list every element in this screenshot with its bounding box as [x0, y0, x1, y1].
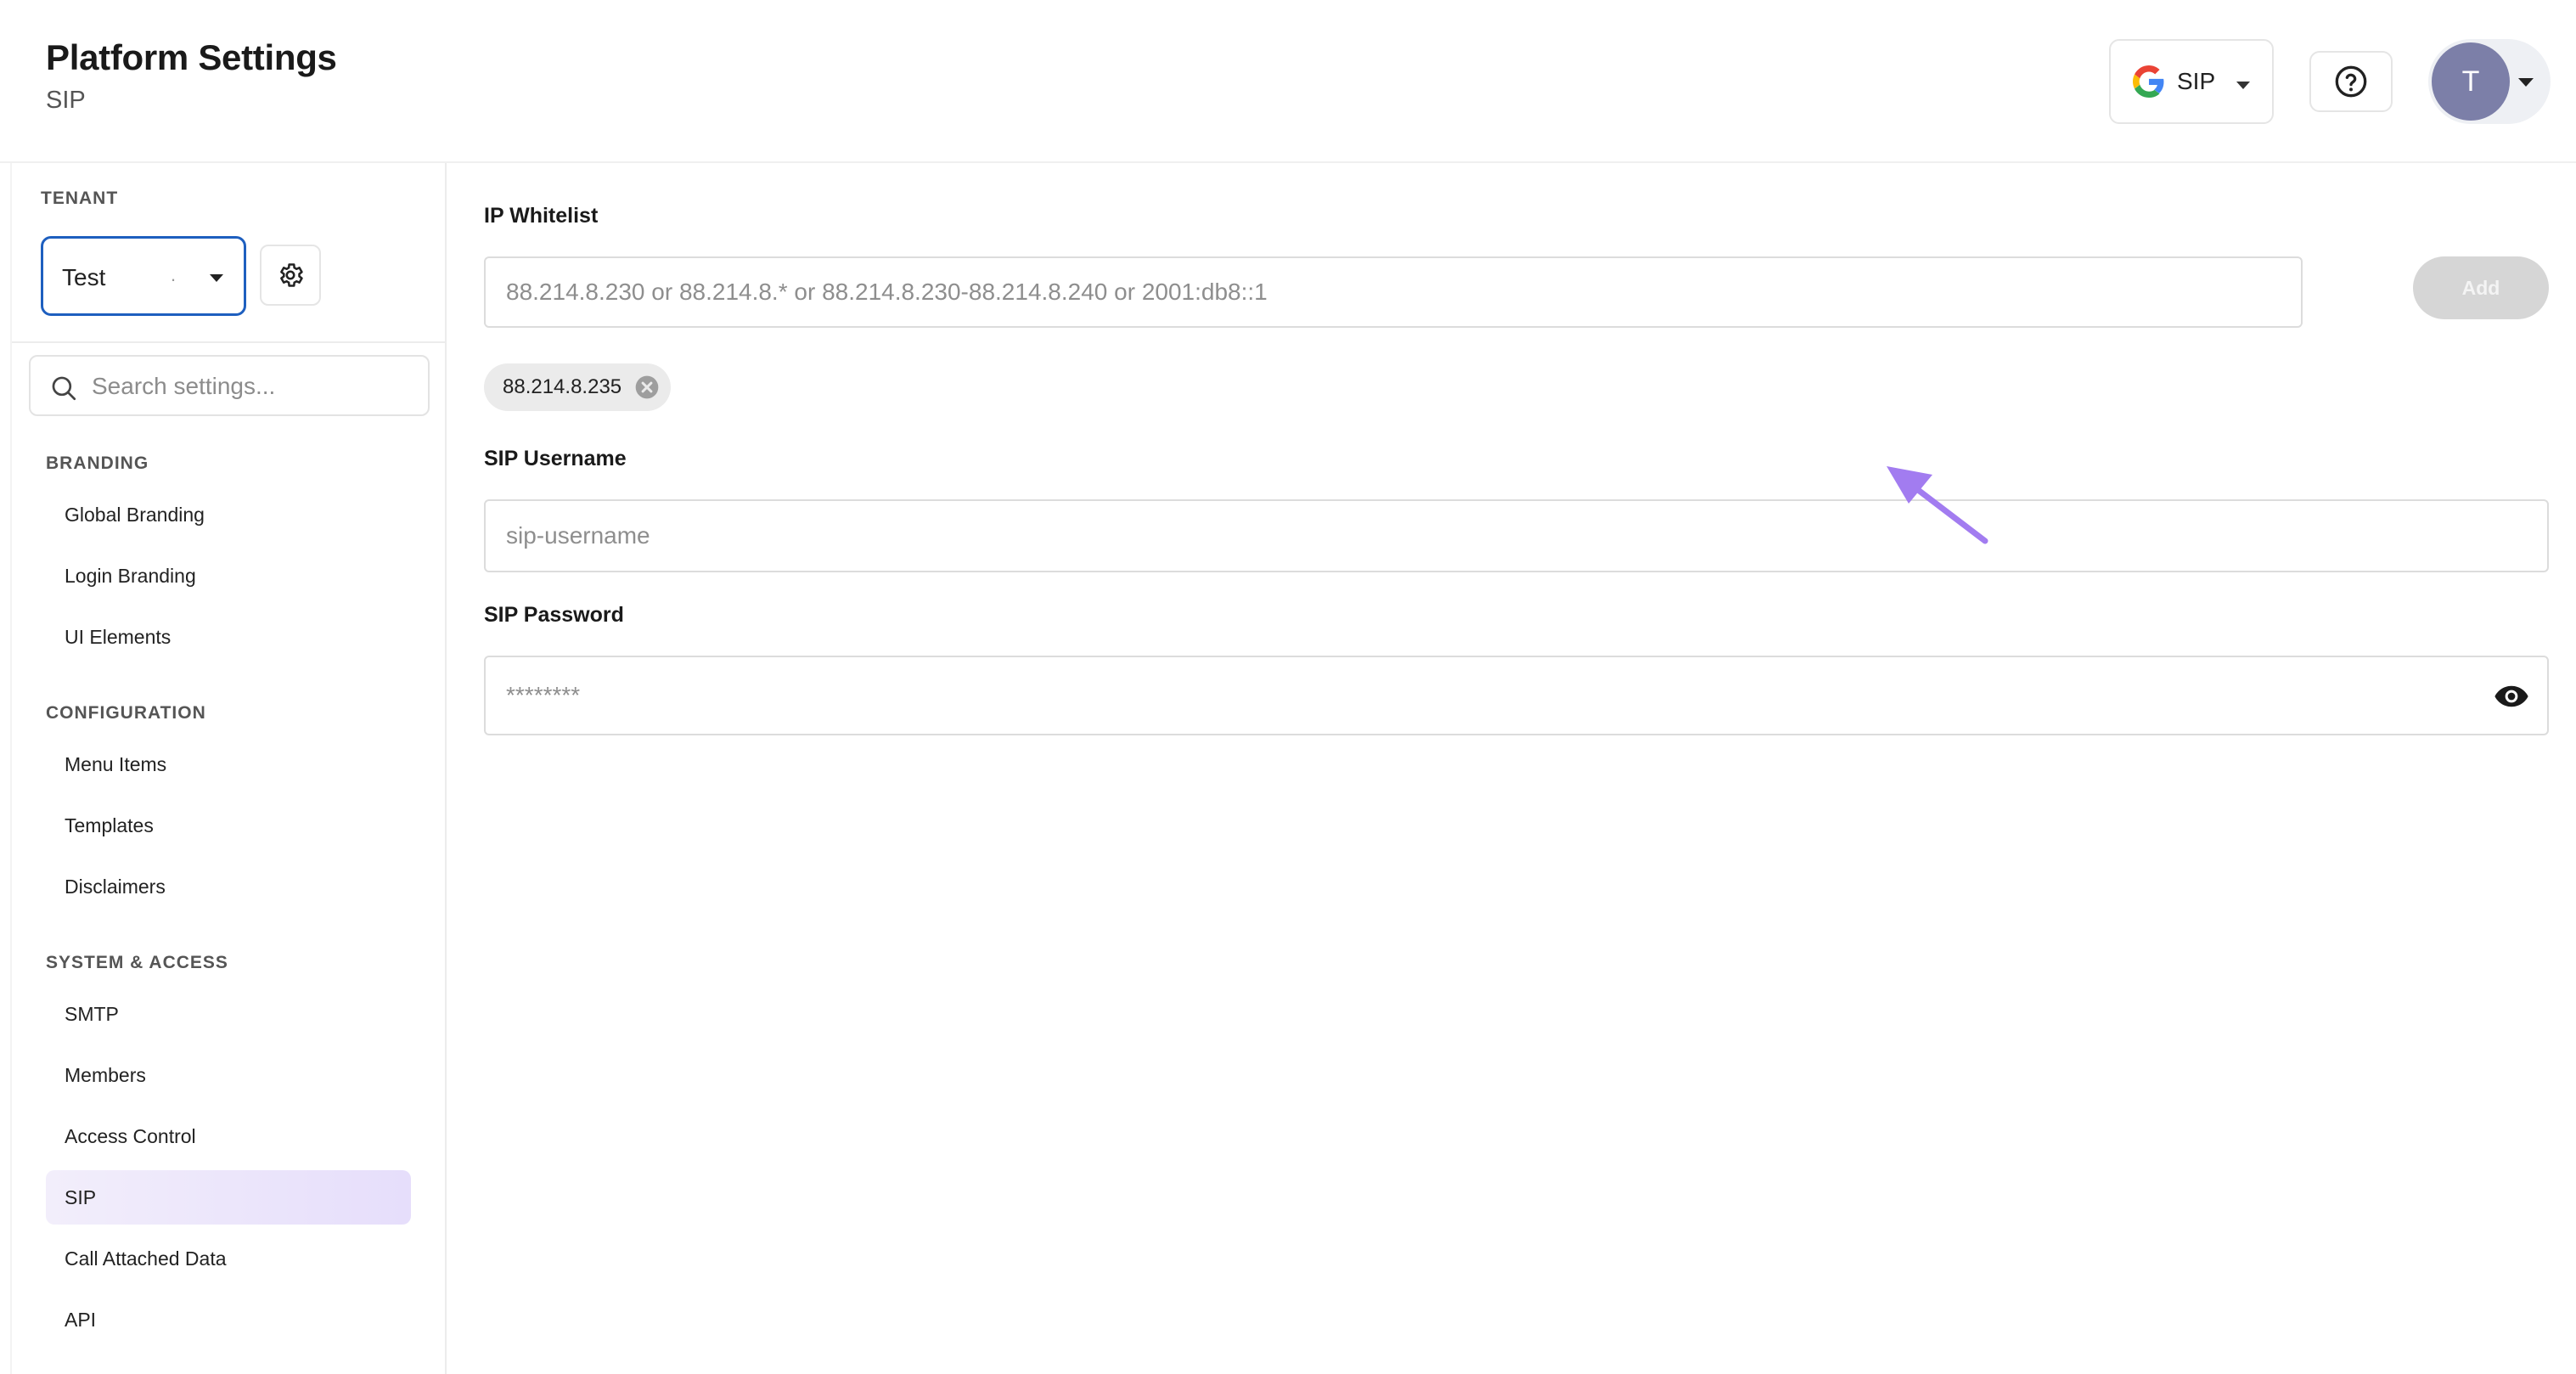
- chevron-down-icon: [2518, 78, 2534, 87]
- remove-chip-icon[interactable]: [633, 374, 661, 401]
- sidebar-divider: [12, 341, 447, 343]
- ip-whitelist-chip: 88.214.8.235: [484, 363, 672, 411]
- ip-whitelist-input[interactable]: [486, 258, 2301, 326]
- google-g-icon: [2133, 65, 2164, 98]
- sidebar-item-smtp[interactable]: SMTP: [46, 987, 411, 1041]
- tenant-select-dot: .: [171, 264, 177, 285]
- tenant-select-value: Test: [62, 264, 106, 290]
- page-subtitle: SIP: [46, 87, 86, 114]
- sip-selector-label: SIP: [2177, 68, 2216, 94]
- search-input[interactable]: [92, 369, 414, 404]
- ip-whitelist-label: IP Whitelist: [484, 204, 599, 228]
- tenant-select[interactable]: Test .: [41, 236, 246, 316]
- nav-section-branding: BRANDING: [46, 453, 149, 473]
- sidebar: TENANT Test . BRANDING Global Branding L…: [10, 163, 447, 1374]
- sip-password-input[interactable]: [486, 657, 2547, 734]
- sidebar-item-menu-items[interactable]: Menu Items: [46, 737, 411, 791]
- sidebar-item-sip[interactable]: SIP: [46, 1170, 411, 1225]
- eye-icon: [2494, 685, 2528, 707]
- sidebar-item-disclaimers[interactable]: Disclaimers: [46, 859, 411, 914]
- gear-icon: [280, 263, 303, 287]
- nav-section-system-access: SYSTEM & ACCESS: [46, 953, 228, 972]
- add-ip-button[interactable]: Add: [2413, 256, 2549, 319]
- sidebar-item-call-attached-data[interactable]: Call Attached Data: [46, 1231, 411, 1286]
- sidebar-item-access-control[interactable]: Access Control: [46, 1109, 411, 1163]
- sidebar-item-global-branding[interactable]: Global Branding: [46, 487, 411, 542]
- help-circle-icon: [2335, 65, 2367, 98]
- sidebar-item-login-branding[interactable]: Login Branding: [46, 549, 411, 603]
- search-icon: [52, 376, 76, 401]
- user-menu-button[interactable]: T: [2428, 39, 2551, 124]
- sip-username-input[interactable]: [486, 501, 2547, 571]
- sip-password-field: [484, 656, 2549, 735]
- help-button[interactable]: [2309, 51, 2393, 112]
- sip-password-label: SIP Password: [484, 603, 624, 627]
- toggle-password-visibility-button[interactable]: [2493, 681, 2530, 712]
- sidebar-item-members[interactable]: Members: [46, 1048, 411, 1102]
- sidebar-item-ui-elements[interactable]: UI Elements: [46, 610, 411, 664]
- nav-section-configuration: CONFIGURATION: [46, 703, 206, 723]
- sip-username-field: [484, 499, 2549, 572]
- tenant-settings-button[interactable]: [260, 245, 321, 306]
- ip-whitelist-field: [484, 256, 2303, 328]
- sidebar-item-api[interactable]: API: [46, 1292, 411, 1347]
- chevron-down-icon: [2236, 82, 2250, 89]
- annotation-arrow-icon: [1887, 466, 1988, 544]
- settings-search: [29, 355, 430, 416]
- tenant-label: TENANT: [41, 189, 119, 208]
- chevron-down-icon: [210, 274, 223, 282]
- page-header: Platform Settings SIP SIP T: [0, 0, 2576, 163]
- main-content: IP Whitelist Add 88.214.8.235 SIP Userna…: [448, 163, 2576, 1374]
- page-title: Platform Settings: [46, 37, 337, 77]
- ip-chip-label: 88.214.8.235: [503, 375, 622, 398]
- sip-username-label: SIP Username: [484, 447, 627, 470]
- sip-selector-button[interactable]: SIP: [2109, 39, 2274, 124]
- avatar: T: [2432, 42, 2510, 121]
- sidebar-item-templates[interactable]: Templates: [46, 798, 411, 853]
